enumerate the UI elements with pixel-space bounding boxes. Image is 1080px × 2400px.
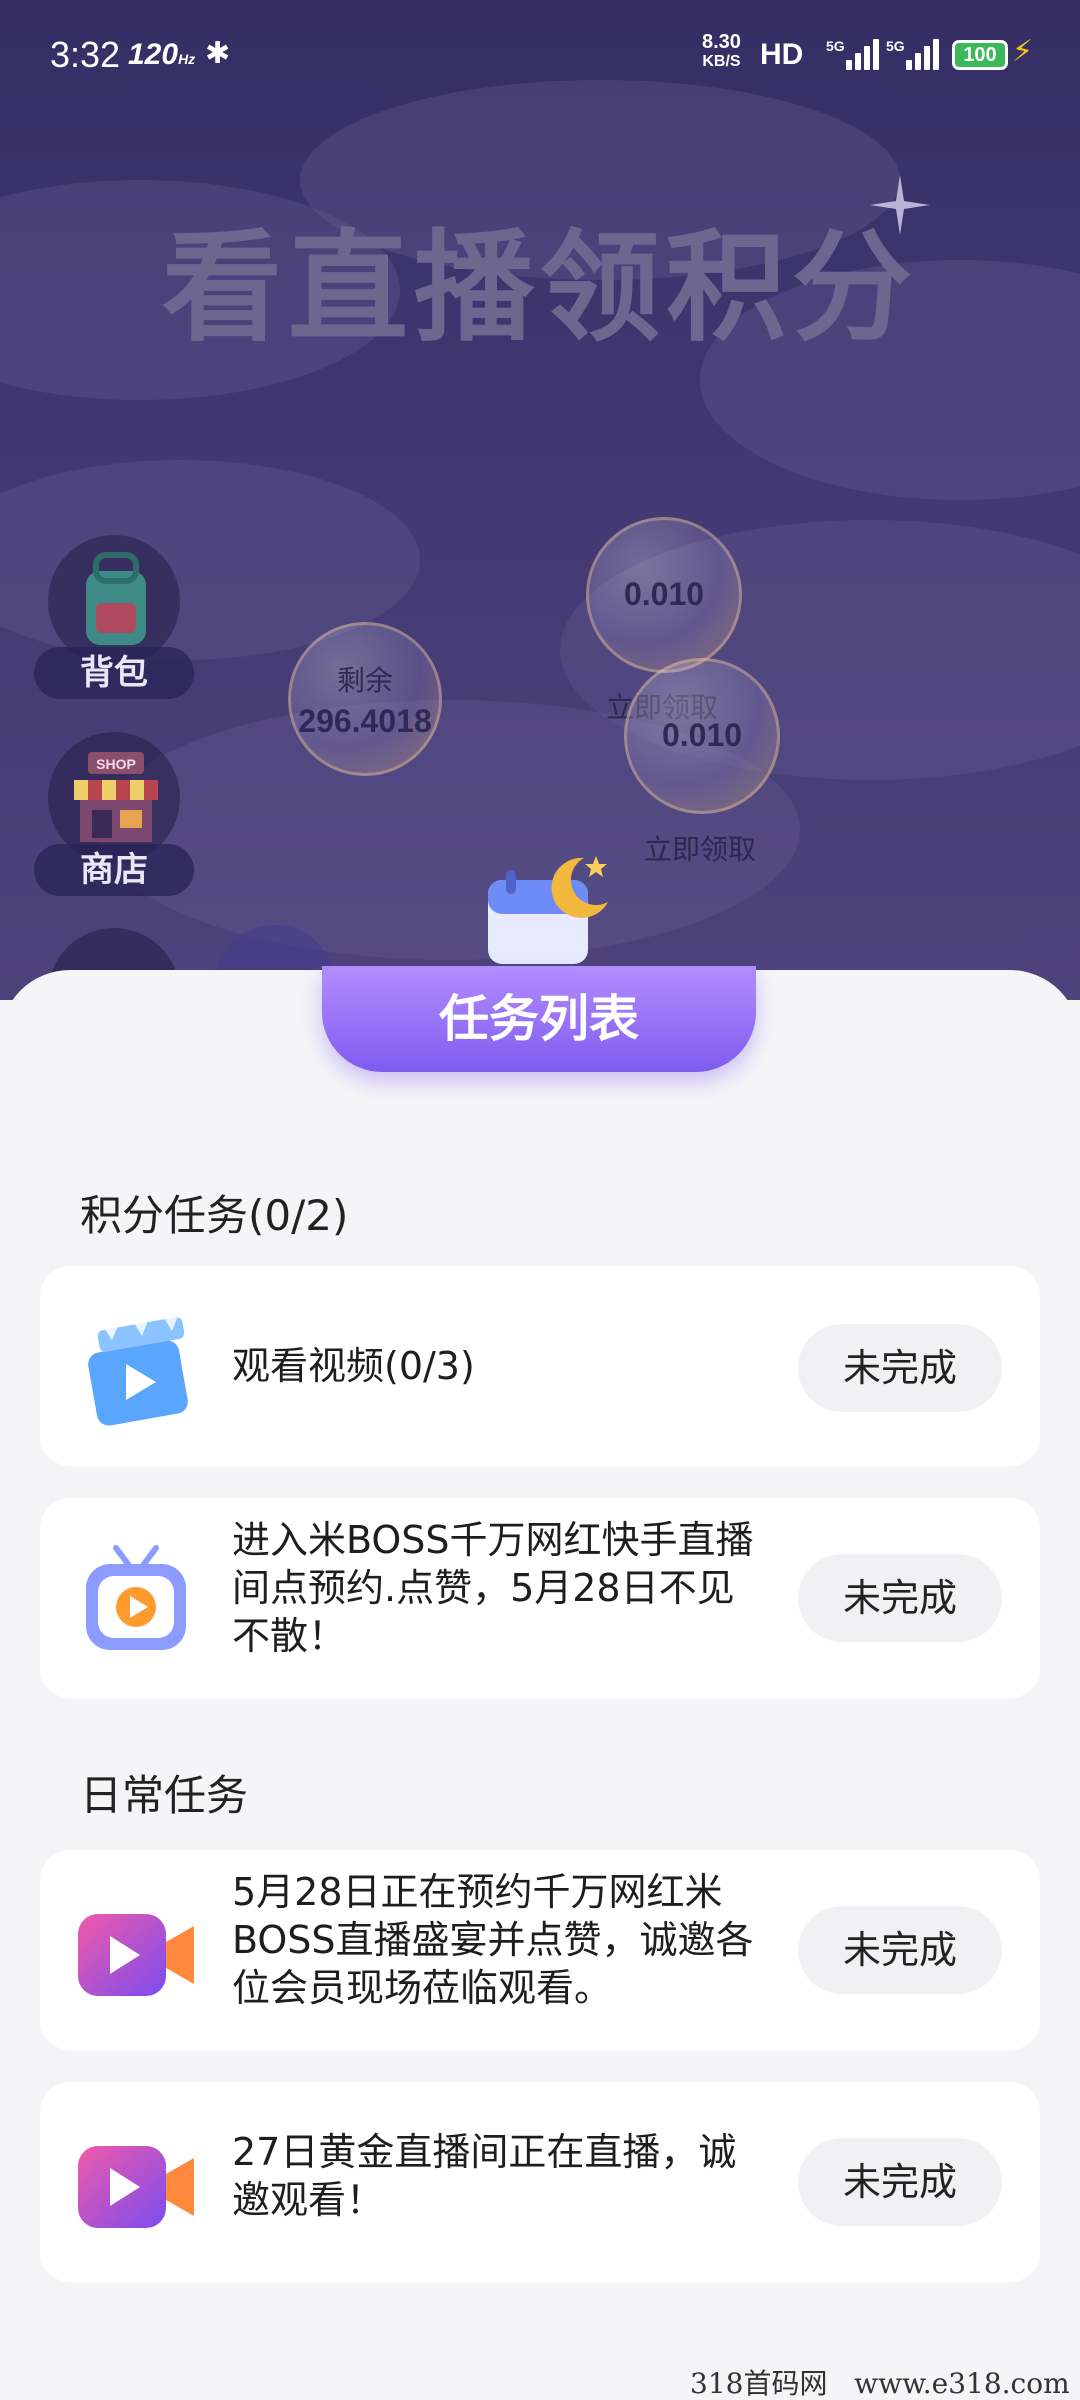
task-card: 观看视频(0/3) 未完成 [40,1266,1040,1466]
backpack-label: 背包 [34,647,194,699]
shop-icon: SHOP [74,752,158,842]
balance-value: 296.4018 [298,703,432,739]
shop-sign: SHOP [96,756,136,772]
task-status-button[interactable]: 未完成 [798,1906,1002,1994]
task-text: 27日黄金直播间正在直播，诚邀观看！ [232,2130,737,2222]
sparkle-icon [870,175,930,235]
charging-icon: ⚡ [1012,34,1034,69]
task-card: 进入米BOSS千万网红快手直播间点预约.点赞，5月28日不见不散！ 未完成 [40,1498,1040,1698]
balance-label: 剩余 [336,664,393,697]
daily-tasks-title: 日常任务 [80,1771,249,1820]
network-type: 5G [886,38,905,54]
hd-indicator: HD [760,38,804,71]
task-text: 观看视频(0/3) [232,1344,475,1388]
reward-bubble[interactable]: 0.010 [586,517,742,673]
bluetooth-icon: ✱ [205,36,231,71]
watermark: 318首码网 www.e318.com [690,2367,1070,2400]
shop-button[interactable]: SHOP 背包 商店 [34,732,194,902]
signal-icon [906,36,946,70]
reward-value: 0.010 [623,576,705,612]
reward-value: 0.010 [661,717,743,753]
video-clapper-icon [88,1316,188,1426]
shop-label: 商店 [34,844,194,896]
task-list-header: 任务列表 [322,966,756,1072]
points-tasks-title: 积分任务(0/2) [80,1191,349,1240]
reward-bubble[interactable]: 0.010 [624,658,780,814]
task-card: 27日黄金直播间正在直播，诚邀观看！ 未完成 [40,2082,1040,2282]
calendar-moon-icon [488,856,608,964]
task-card: 5月28日正在预约千万网红米BOSS直播盛宴并点赞，诚邀各位会员现场莅临观看。 … [40,1850,1040,2050]
video-camera-icon [78,1914,194,1996]
task-status-button[interactable]: 未完成 [798,1324,1002,1412]
task-text: 5月28日正在预约千万网红米BOSS直播盛宴并点赞，诚邀各位会员现场莅临观看。 [232,1870,754,2010]
task-status-button[interactable]: 未完成 [798,1554,1002,1642]
status-bar: 3:32 120Hz ✱ 8.30 KB/S HD 5G 5G 100 ⚡ [0,0,1080,110]
video-camera-icon [78,2146,194,2228]
task-status-button[interactable]: 未完成 [798,2138,1002,2226]
signal-icon [846,36,886,70]
balance-bubble: 剩余 296.4018 [288,622,442,776]
status-time: 3:32 [50,34,121,75]
claim-now-link[interactable]: 立即领取 [644,828,756,868]
tv-play-icon [86,1545,186,1650]
refresh-rate: 120Hz [128,38,196,71]
network-speed: 8.30 KB/S [702,31,741,70]
battery-icon: 100 [952,40,1008,70]
task-text: 进入米BOSS千万网红快手直播间点预约.点赞，5月28日不见不散！ [232,1518,754,1658]
backpack-icon [86,552,146,645]
backpack-button[interactable]: 背包 [34,535,194,705]
network-type: 5G [826,38,845,54]
